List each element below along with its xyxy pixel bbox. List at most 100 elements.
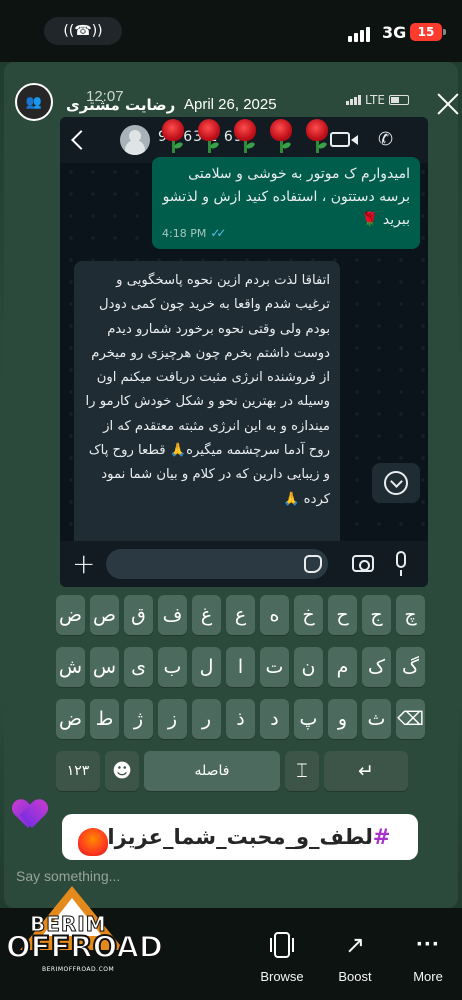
return-key[interactable]: ↵ (324, 751, 408, 791)
rose-icon (230, 119, 260, 153)
message-meta: 4:18 PM ✓✓ (162, 222, 226, 245)
boost-label: Boost (338, 969, 372, 984)
rose-icon (266, 119, 296, 153)
video-call-icon[interactable] (330, 132, 358, 147)
key[interactable]: ض (56, 699, 85, 739)
heart-reaction-icon[interactable] (14, 800, 46, 830)
active-call-pill[interactable]: ((☎)) (44, 17, 122, 45)
message-input-bar: + (60, 541, 428, 587)
key[interactable]: د (260, 699, 289, 739)
key[interactable]: ش (56, 647, 85, 687)
story-username[interactable]: رضایت مشتری (66, 96, 175, 114)
key[interactable]: ف (158, 595, 187, 635)
boost-button[interactable]: ↗ Boost (325, 930, 385, 985)
space-key[interactable]: فاصله (144, 751, 280, 791)
key[interactable]: ن (294, 647, 323, 687)
network-type: 3G (382, 23, 407, 42)
browse-label: Browse (260, 969, 304, 984)
key[interactable]: ک (362, 647, 391, 687)
inner-network: LTE (365, 93, 385, 107)
story-avatar[interactable]: 👥 (15, 83, 53, 121)
rose-icon (158, 119, 188, 153)
key[interactable]: ژ (124, 699, 153, 739)
persian-keyboard: ضصقفغعهخحجچ شسیبلاتنمکگ ض ط ژ ز ر ذ د پ و ث ⌫ ۱۲۳ … (56, 587, 428, 799)
contact-avatar[interactable] (120, 125, 150, 155)
key[interactable]: م (328, 647, 357, 687)
key[interactable]: س (90, 647, 119, 687)
people-icon: 👥 (25, 94, 43, 110)
key[interactable]: ز (158, 699, 187, 739)
key[interactable]: ر (192, 699, 221, 739)
more-icon: ··· (416, 931, 440, 958)
emoji-key[interactable]: ☻ (105, 751, 139, 791)
key[interactable]: ا (226, 647, 255, 687)
key[interactable]: ع (226, 595, 255, 635)
hashtag-sticker[interactable]: # لطف_و_محبت_شما_عزیزان (62, 814, 418, 860)
keyboard-row-2: شسیبلاتنمکگ (56, 647, 425, 687)
key[interactable]: ی (124, 647, 153, 687)
read-receipt-icon: ✓✓ (210, 226, 226, 240)
browse-icon (270, 932, 294, 958)
battery-level: 15 (410, 23, 442, 41)
incoming-message-text: اتفاقا لذت بردم ازین نحوه پاسخگویی و ترغ… (85, 273, 330, 507)
key[interactable]: گ (396, 647, 425, 687)
key[interactable]: ذ (226, 699, 255, 739)
outgoing-message-text: امیدوارم ک موتور به خوشی و سلامتی برسه د… (162, 166, 410, 228)
rose-stickers (158, 119, 332, 153)
rose-icon (194, 119, 224, 153)
key[interactable]: ب (158, 647, 187, 687)
key[interactable]: پ (294, 699, 323, 739)
keyboard-row-1: ضصقفغعهخحجچ (56, 595, 425, 635)
zwnj-key[interactable]: ⌶ (285, 751, 319, 791)
inner-battery-icon (388, 95, 409, 105)
key[interactable]: ⌫ (396, 699, 425, 739)
key[interactable]: خ (294, 595, 323, 635)
key[interactable]: و (328, 699, 357, 739)
key[interactable]: ص (90, 595, 119, 635)
phone-icon[interactable]: ✆ (378, 129, 393, 150)
fire-heart-icon (74, 822, 114, 860)
keyboard-row-3: ض ط ژ ز ر ذ د پ و ث ⌫ (56, 699, 425, 739)
inner-signal-icon (346, 95, 361, 105)
message-time: 4:18 PM (162, 227, 207, 240)
attach-plus-icon[interactable]: + (72, 547, 95, 580)
keyboard-row-4: ۱۲۳ ☻ فاصله ⌶ ↵ (56, 751, 408, 791)
key[interactable]: چ (396, 595, 425, 635)
key[interactable]: ح (328, 595, 357, 635)
key[interactable]: ج (362, 595, 391, 635)
message-input[interactable] (106, 549, 328, 579)
back-arrow-icon[interactable] (71, 130, 91, 150)
numbers-key[interactable]: ۱۲۳ (56, 751, 100, 791)
logo-sub-text: BERIMOFFROAD.COM (42, 966, 115, 973)
key[interactable]: ه (260, 595, 289, 635)
hash-symbol: # (372, 825, 391, 849)
rose-icon (302, 119, 332, 153)
story-date: April 26, 2025 (184, 96, 277, 113)
status-bar: ((☎)) 3G 15 (0, 0, 462, 62)
outgoing-message: امیدوارم ک موتور به خوشی و سلامتی برسه د… (152, 157, 420, 249)
browse-button[interactable]: Browse (252, 930, 312, 984)
key[interactable]: غ (192, 595, 221, 635)
key[interactable]: ق (124, 595, 153, 635)
chevron-down-icon (384, 471, 408, 495)
key[interactable]: ل (192, 647, 221, 687)
key[interactable]: ط (90, 699, 119, 739)
incoming-message: اتفاقا لذت بردم ازین نحوه پاسخگویی و ترغ… (74, 261, 340, 549)
more-label: More (413, 969, 443, 984)
camera-icon[interactable] (352, 555, 374, 572)
signal-strength-icon (348, 27, 370, 42)
battery-tip (443, 29, 446, 35)
key[interactable]: ث (362, 699, 391, 739)
more-button[interactable]: ··· More (398, 930, 458, 984)
logo-main-text: OFFROAD (5, 929, 164, 965)
microphone-icon[interactable] (396, 551, 406, 576)
key[interactable]: ض (56, 595, 85, 635)
close-icon[interactable] (436, 92, 460, 116)
whatsapp-screenshot: 98 63 1 69 ✆ امیدوارم ک موتور به خوشی و … (60, 117, 428, 587)
boost-icon: ↗ (344, 931, 366, 959)
inner-status-bar: LTE (346, 93, 409, 107)
sticker-icon[interactable] (304, 555, 322, 573)
berim-offroad-logo: BERIM OFFROAD BERIMOFFROAD.COM (2, 880, 164, 998)
scroll-down-button[interactable] (372, 463, 420, 503)
key[interactable]: ت (260, 647, 289, 687)
